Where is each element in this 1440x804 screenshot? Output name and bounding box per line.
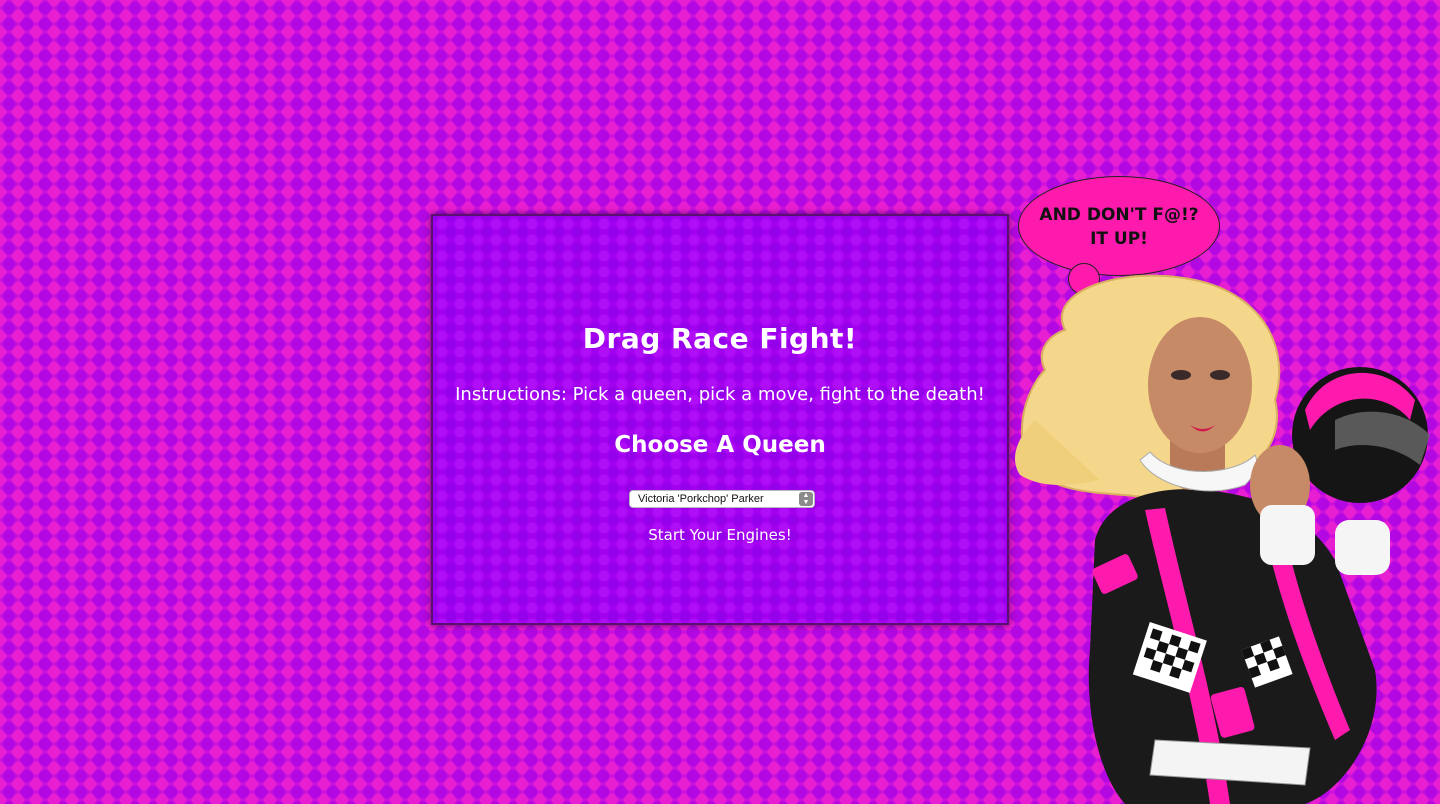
host-illustration: [1015, 274, 1430, 804]
speech-bubble-text: AND DON'T F@!? IT UP!: [1039, 205, 1199, 249]
choose-queen-heading: Choose A Queen: [614, 432, 826, 458]
queen-select[interactable]: Victoria 'Porkchop' Parker ▲ ▼: [629, 490, 815, 508]
start-engines-button[interactable]: Start Your Engines!: [433, 526, 1007, 544]
select-updown-icon: ▲ ▼: [799, 492, 813, 506]
speech-bubble: AND DON'T F@!? IT UP!: [1018, 176, 1220, 276]
instructions-text: Instructions: Pick a queen, pick a move,…: [455, 384, 985, 405]
game-panel: Drag Race Fight! Instructions: Pick a qu…: [431, 214, 1009, 625]
game-title: Drag Race Fight!: [582, 322, 858, 355]
queen-select-value: Victoria 'Porkchop' Parker: [638, 493, 764, 505]
face-shape: [1148, 317, 1252, 453]
